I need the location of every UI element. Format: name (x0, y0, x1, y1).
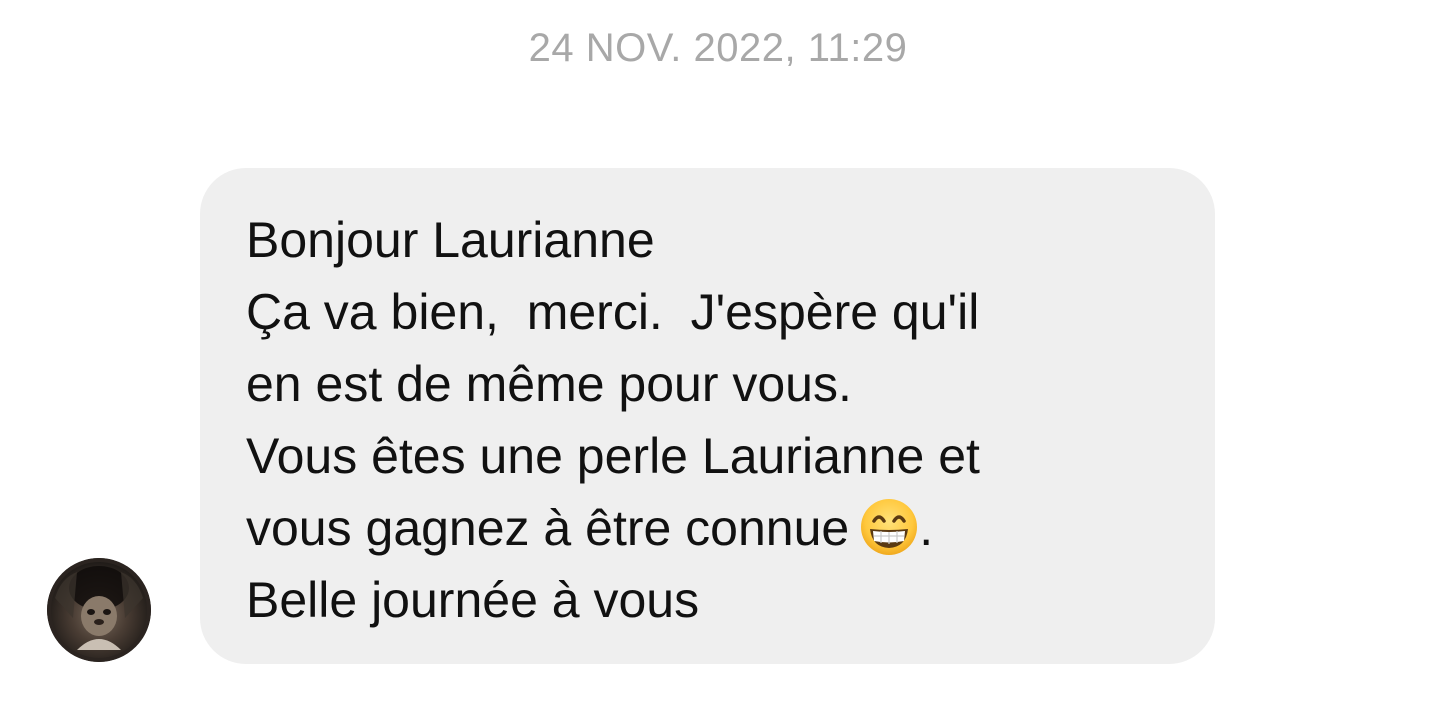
message-line: en est de même pour vous. (246, 356, 852, 412)
message-line: Belle journée à vous (246, 572, 700, 628)
message-text: Bonjour Laurianne Ça va bien, merci. J'e… (246, 204, 1175, 636)
message-line: Bonjour Laurianne (246, 212, 655, 268)
grinning-face-emoji-icon (859, 497, 919, 557)
avatar-photo-icon (47, 558, 151, 662)
message-row: Bonjour Laurianne Ça va bien, merci. J'e… (0, 168, 1441, 668)
message-line: Ça va bien, merci. J'espère qu'il (246, 284, 980, 340)
message-timestamp: 24 NOV. 2022, 11:29 (528, 26, 908, 70)
message-punctuation: . (919, 500, 934, 556)
message-bubble[interactable]: Bonjour Laurianne Ça va bien, merci. J'e… (200, 168, 1215, 664)
chat-screen: 24 NOV. 2022, 11:29 Bonjour Laurianne Ça… (0, 0, 1441, 706)
message-line: vous gagnez à être connue (246, 500, 850, 556)
sender-avatar[interactable] (47, 558, 151, 662)
message-line: Vous êtes une perle Laurianne et (246, 428, 980, 484)
